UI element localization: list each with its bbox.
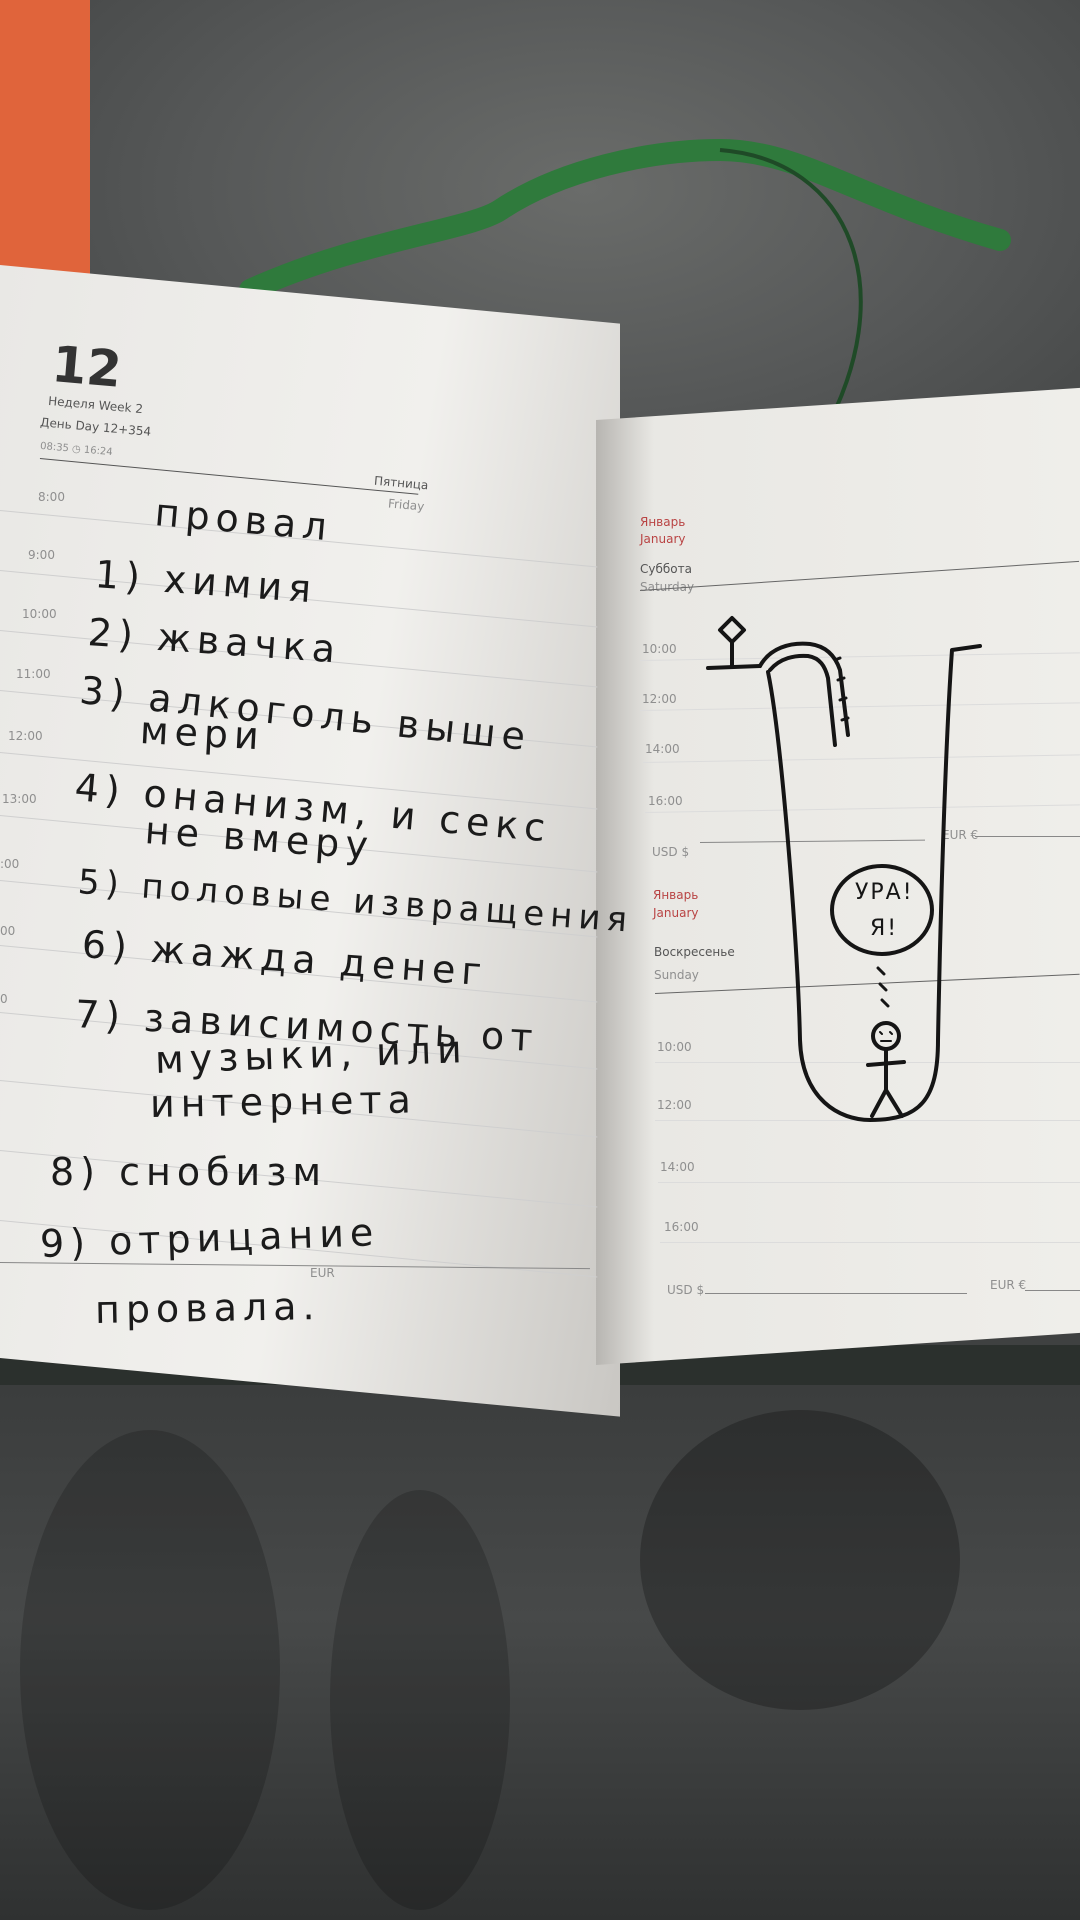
- day-number: 12: [49, 335, 124, 399]
- speech-bubble-line2: Я!: [870, 916, 899, 941]
- handwritten-line: 8) снобизм: [50, 1150, 328, 1194]
- hour-label: 12:00: [657, 1098, 692, 1112]
- eur-label-bottom: EUR €: [990, 1278, 1027, 1292]
- ruled-line: [658, 1182, 1080, 1183]
- hour-label: 11:00: [16, 667, 51, 681]
- hour-label: 14:00: [660, 1160, 695, 1174]
- hour-label: 14:00: [645, 742, 680, 756]
- hour-label: 13:00: [2, 792, 37, 806]
- handwritten-line: мери: [138, 708, 266, 759]
- currency-line: [705, 1293, 967, 1294]
- hour-label: :00: [0, 857, 20, 871]
- hour-label: 10:00: [22, 607, 57, 621]
- handwritten-line: провала.: [94, 1284, 321, 1332]
- hour-label: 10:00: [657, 1040, 692, 1054]
- hour-label: 16:00: [648, 794, 683, 808]
- month-ru-top: Январь: [640, 515, 686, 529]
- hour-label: 8:00: [38, 490, 65, 504]
- pit-drawing: [706, 616, 982, 1122]
- ruled-line: [660, 1242, 1080, 1243]
- gray-fabric-bottom: [0, 1370, 1080, 1920]
- left-eur-label: EUR: [310, 1266, 335, 1280]
- hour-label: 12:00: [8, 729, 43, 743]
- currency-line: [975, 836, 1080, 837]
- usd-label-top: USD $: [652, 845, 690, 859]
- handwritten-line: интернета: [149, 1077, 418, 1126]
- speech-bubble-line1: УРА!: [855, 880, 914, 905]
- currency-line: [1025, 1290, 1080, 1291]
- usd-label-bottom: USD $: [667, 1283, 705, 1297]
- hour-label: 00: [0, 924, 16, 938]
- hour-label: 12:00: [642, 692, 677, 706]
- hour-label: 0: [0, 992, 8, 1006]
- hour-label: 16:00: [664, 1220, 699, 1234]
- month-en-top: January: [640, 532, 686, 546]
- hour-label: 10:00: [642, 642, 677, 656]
- weekday-ru-top: Суббота: [640, 562, 692, 576]
- hour-label: 9:00: [28, 548, 55, 562]
